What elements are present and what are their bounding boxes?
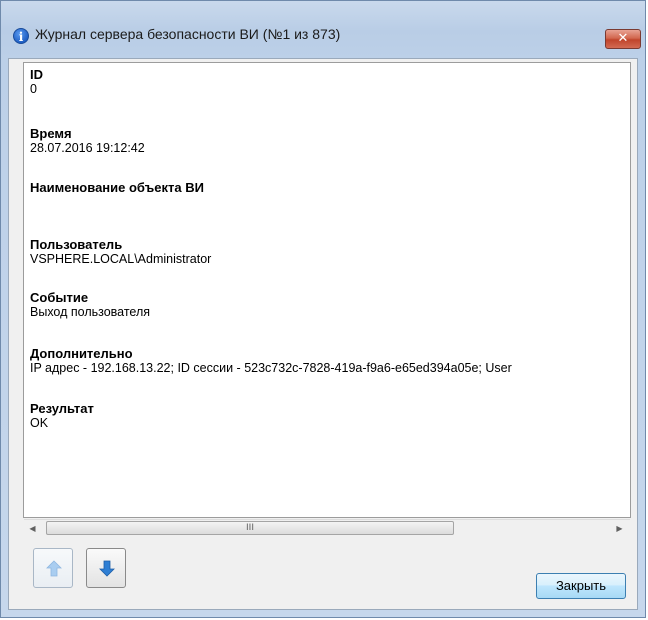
field-result: Результат OK <box>30 401 94 431</box>
field-label: Событие <box>30 290 89 305</box>
field-label: Пользователь <box>30 237 123 252</box>
field-label: Наименование объекта ВИ <box>30 180 204 195</box>
field-value: VSPHERE.LOCAL\Administrator <box>30 252 212 266</box>
scroll-right-icon[interactable]: ▶ <box>611 520 628 537</box>
scrollbar-thumb[interactable]: III <box>46 521 454 535</box>
previous-record-button[interactable] <box>33 548 73 588</box>
scroll-left-icon[interactable]: ◀ <box>24 520 41 537</box>
field-object-name: Наименование объекта ВИ <box>30 180 204 195</box>
close-button[interactable]: Закрыть <box>536 573 626 599</box>
horizontal-scrollbar[interactable]: ◀ III ▶ <box>24 519 630 536</box>
arrow-down-icon <box>99 560 115 577</box>
window-title: Журнал сервера безопасности ВИ (№1 из 87… <box>35 26 341 42</box>
field-value: OK <box>30 416 49 430</box>
field-value: Выход пользователя <box>30 305 151 319</box>
title-bar[interactable]: i Журнал сервера безопасности ВИ (№1 из … <box>1 1 645 59</box>
field-time: Время 28.07.2016 19:12:42 <box>30 126 145 156</box>
info-icon: i <box>13 28 29 44</box>
field-additional: Дополнительно IP адрес - 192.168.13.22; … <box>30 346 512 376</box>
field-label: ID <box>30 67 43 82</box>
field-value: 28.07.2016 19:12:42 <box>30 141 145 155</box>
field-user: Пользователь VSPHERE.LOCAL\Administrator <box>30 237 211 267</box>
window-close-button[interactable]: ✕ <box>605 29 641 49</box>
field-label: Время <box>30 126 72 141</box>
field-id: ID 0 <box>30 67 43 97</box>
field-event: Событие Выход пользователя <box>30 290 150 320</box>
arrow-up-icon <box>46 560 62 577</box>
field-value: IP адрес - 192.168.13.22; ID сессии - 52… <box>30 361 512 375</box>
field-label: Результат <box>30 401 94 416</box>
field-label: Дополнительно <box>30 346 133 361</box>
record-details-panel: ID 0 Время 28.07.2016 19:12:42 Наименова… <box>23 62 631 518</box>
scrollbar-grip: III <box>246 523 254 533</box>
next-record-button[interactable] <box>86 548 126 588</box>
field-value: 0 <box>30 82 37 96</box>
